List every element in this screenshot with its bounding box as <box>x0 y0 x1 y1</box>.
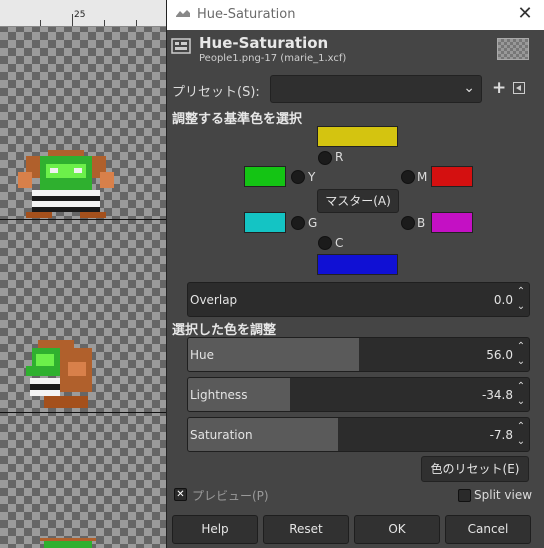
increment-icon[interactable]: ⌃ <box>515 285 527 299</box>
image-canvas[interactable]: 25 <box>0 0 170 548</box>
radio-cyan[interactable] <box>318 236 332 250</box>
layer-thumbnail <box>497 38 529 60</box>
master-button[interactable]: マスター(A) <box>317 189 399 213</box>
presets-dropdown[interactable]: ⌄ <box>270 75 482 103</box>
radio-label-green: G <box>308 216 318 230</box>
radio-green[interactable] <box>291 216 305 230</box>
window-titlebar[interactable]: Hue-Saturation ✕ <box>167 0 544 30</box>
magenta-swatch[interactable] <box>431 166 473 187</box>
ruler-tick <box>40 20 41 26</box>
increment-icon[interactable]: ⌃ <box>515 420 527 434</box>
blue-swatch[interactable] <box>431 212 473 233</box>
radio-red[interactable] <box>318 151 332 165</box>
increment-icon[interactable]: ⌃ <box>515 380 527 394</box>
hue-value: 56.0 <box>486 348 513 362</box>
radio-label-red: R <box>335 150 344 164</box>
radio-yellow[interactable] <box>291 170 305 184</box>
reset-button[interactable]: Reset <box>263 515 349 544</box>
ruler-tick <box>136 20 137 26</box>
presets-label: プリセット(S): <box>172 85 260 100</box>
sprite-character-partial <box>40 538 100 548</box>
close-icon[interactable]: ✕ <box>515 4 535 24</box>
saturation-spinscale[interactable]: Saturation -7.8 ⌃ ⌄ <box>187 417 530 452</box>
sprite-character-side <box>24 340 96 410</box>
help-button[interactable]: Help <box>172 515 258 544</box>
radio-blue[interactable] <box>401 216 415 230</box>
overlap-spinscale[interactable]: Overlap 0.0 ⌃ ⌄ <box>187 282 530 317</box>
yellow-swatch[interactable] <box>244 166 286 187</box>
ruler-tick <box>72 14 73 26</box>
green-swatch[interactable] <box>244 212 286 233</box>
hue-spinscale[interactable]: Hue 56.0 ⌃ ⌄ <box>187 337 530 372</box>
increment-icon[interactable]: ⌃ <box>515 340 527 354</box>
radio-label-cyan: C <box>335 236 344 250</box>
lightness-label: Lightness <box>190 388 248 402</box>
reset-color-button[interactable]: 色のリセット(E) <box>421 456 529 482</box>
add-preset-icon[interactable]: + <box>492 78 506 98</box>
canvas-guide-line <box>0 412 170 413</box>
gimp-app-icon <box>176 10 190 17</box>
hue-label: Hue <box>190 348 215 362</box>
ruler-tick <box>104 20 105 26</box>
chevron-down-icon: ⌄ <box>463 80 475 96</box>
hue-saturation-dialog: Hue-Saturation ✕ Hue-Saturation People1.… <box>166 0 544 548</box>
decrement-icon[interactable]: ⌄ <box>515 395 527 409</box>
overlap-value: 0.0 <box>493 293 513 307</box>
radio-label-blue: B <box>417 216 426 230</box>
split-view-checkbox[interactable] <box>458 489 471 502</box>
radio-label-magenta: M <box>417 170 428 184</box>
presets-menu-icon[interactable] <box>513 82 525 94</box>
radio-magenta[interactable] <box>401 170 415 184</box>
decrement-icon[interactable]: ⌄ <box>515 300 527 314</box>
adjust-selected-heading: 選択した色を調整 <box>172 323 277 338</box>
decrement-icon[interactable]: ⌄ <box>515 435 527 449</box>
cancel-button[interactable]: Cancel <box>445 515 531 544</box>
cyan-swatch[interactable] <box>317 254 398 275</box>
red-swatch[interactable] <box>317 126 398 147</box>
ok-button[interactable]: OK <box>354 515 440 544</box>
dialog-heading: Hue-Saturation <box>199 34 329 52</box>
preview-label: プレビュー(P) <box>192 489 269 503</box>
sprite-character-front <box>16 150 116 220</box>
overlap-label: Overlap <box>190 293 238 307</box>
split-view-label: Split view <box>474 488 533 502</box>
decrement-icon[interactable]: ⌄ <box>515 355 527 369</box>
preview-checkbox[interactable]: ✕ <box>174 488 187 501</box>
window-title: Hue-Saturation <box>197 7 296 22</box>
lightness-spinscale[interactable]: Lightness -34.8 ⌃ ⌄ <box>187 377 530 412</box>
radio-label-yellow: Y <box>308 170 316 184</box>
ruler-label: 25 <box>74 10 86 20</box>
saturation-label: Saturation <box>190 428 253 442</box>
horizontal-ruler: 25 <box>0 0 170 27</box>
saturation-value: -7.8 <box>489 428 513 442</box>
image-name: People1.png-17 (marie_1.xcf) <box>199 53 347 64</box>
select-primary-heading: 調整する基準色を選択 <box>172 112 303 127</box>
hue-saturation-tool-icon <box>171 38 191 54</box>
lightness-value: -34.8 <box>481 388 513 402</box>
